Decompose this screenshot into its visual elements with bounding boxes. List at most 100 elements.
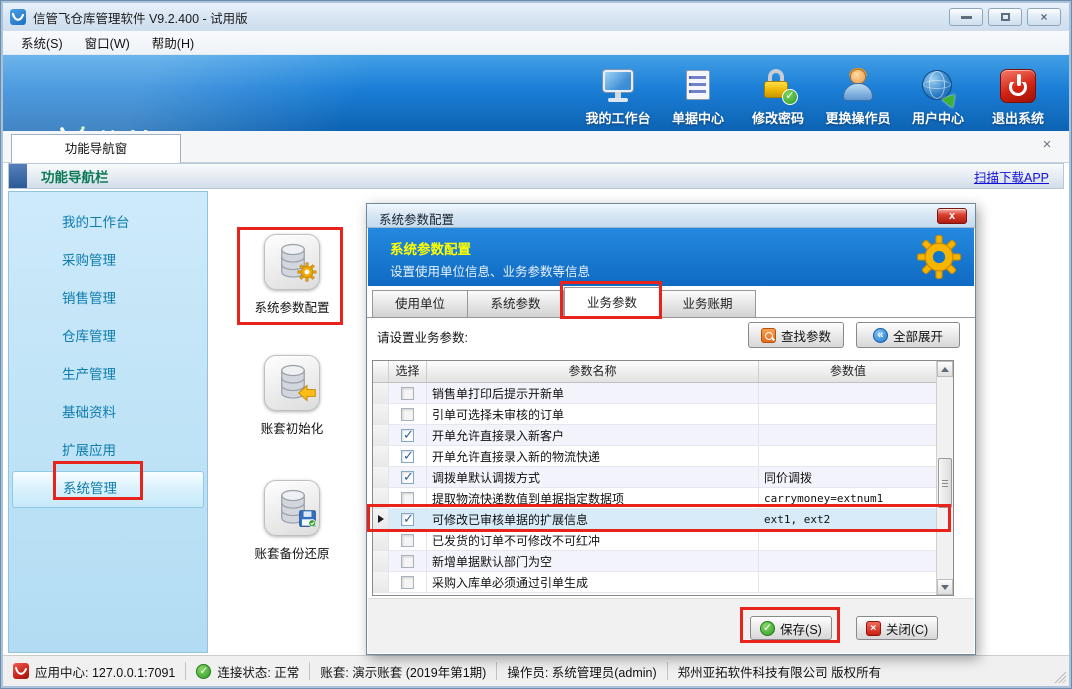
save-button[interactable]: ✓ 保存(S)	[750, 616, 832, 640]
table-row[interactable]: 已发货的订单不可修改不可红冲	[373, 530, 953, 551]
sidebar-item-production[interactable]: 生产管理	[12, 357, 204, 394]
table-row[interactable]: 采购入库单必须通过引单生成	[373, 572, 953, 593]
tab-business-params[interactable]: 业务参数	[564, 287, 660, 318]
brand-name: 信管飞	[95, 121, 191, 131]
row-checkbox-cell	[389, 509, 427, 529]
checkbox[interactable]	[401, 408, 414, 421]
scroll-down-button[interactable]	[937, 579, 953, 595]
checkbox[interactable]	[401, 429, 414, 442]
table-body: 销售单打印后提示开新单引单可选择未审核的订单开单允许直接录入新客户开单允许直接录…	[373, 383, 953, 593]
resize-grip[interactable]	[1053, 670, 1066, 683]
maximize-icon	[1001, 13, 1010, 21]
toolbar-exit-system[interactable]: 退出系统	[981, 67, 1055, 129]
tab-company-info[interactable]: 使用单位	[372, 290, 468, 318]
sidebar-item-system-management[interactable]: 系统管理	[12, 471, 204, 508]
feature-account-init[interactable]: 账套初始化	[232, 355, 352, 437]
close-label: 关闭(C)	[886, 619, 928, 638]
checkbox[interactable]	[401, 534, 414, 547]
table-row[interactable]: 可修改已审核单据的扩展信息ext1, ext2	[373, 509, 953, 530]
row-indicator-cell	[373, 530, 389, 550]
checkbox[interactable]	[401, 450, 414, 463]
toolbar-user-center[interactable]: 用户中心	[901, 67, 975, 129]
minimize-icon	[961, 16, 972, 19]
dialog-tabs: 使用单位 系统参数 业务参数 业务账期	[372, 287, 756, 318]
expand-all-button[interactable]: « 全部展开	[856, 322, 960, 348]
table-row[interactable]: 引单可选择未审核的订单	[373, 404, 953, 425]
table-row[interactable]: 销售单打印后提示开新单	[373, 383, 953, 404]
minimize-button[interactable]	[949, 8, 983, 26]
row-checkbox-cell	[389, 551, 427, 571]
sidebar-item-basic-data[interactable]: 基础资料	[12, 395, 204, 432]
sidebar-item-extensions[interactable]: 扩展应用	[12, 433, 204, 470]
checkbox[interactable]	[401, 513, 414, 526]
scan-download-app-link[interactable]: 扫描下载APP	[974, 167, 1049, 186]
dialog-banner: 系统参数配置 设置使用单位信息、业务参数等信息	[368, 228, 974, 286]
tabstrip-close-icon[interactable]: ×	[1039, 137, 1055, 153]
status-connection: ✓ 连接状态: 正常	[186, 662, 309, 681]
find-params-label: 查找参数	[781, 326, 831, 345]
dialog-close-button[interactable]: x	[937, 208, 967, 224]
menu-bar: 系统(S) 窗口(W) 帮助(H)	[3, 31, 1069, 55]
tab-function-navigator[interactable]: 功能导航窗	[11, 134, 181, 163]
table-row[interactable]: 开单允许直接录入新的物流快递	[373, 446, 953, 467]
row-indicator-cell	[373, 509, 389, 529]
tab-system-params[interactable]: 系统参数	[468, 290, 564, 318]
status-operator: 操作员: 系统管理员(admin)	[497, 662, 666, 681]
sidebar-item-warehouse[interactable]: 仓库管理	[12, 319, 204, 356]
sidebar-item-my-workbench[interactable]: 我的工作台	[12, 205, 204, 242]
table-row[interactable]: 调拨单默认调拨方式同价调拨	[373, 467, 953, 488]
table-row[interactable]: 开单允许直接录入新客户	[373, 425, 953, 446]
row-checkbox-cell	[389, 383, 427, 403]
tab-business-period[interactable]: 业务账期	[660, 290, 756, 318]
database-gear-icon	[264, 234, 320, 290]
row-indicator-cell	[373, 551, 389, 571]
feature-account-backup[interactable]: 账套备份还原	[232, 480, 352, 562]
status-copyright: 郑州亚拓软件科技有限公司 版权所有	[668, 662, 891, 681]
window-title: 信管飞仓库管理软件 V9.2.400 - 试用版	[33, 8, 248, 27]
params-prompt: 请设置业务参数:	[377, 327, 468, 346]
connected-ok-icon: ✓	[196, 664, 211, 679]
change-password-icon: ✓	[760, 69, 796, 103]
sidebar-item-purchase[interactable]: 采购管理	[12, 243, 204, 280]
header-param-value: 参数值	[759, 361, 938, 382]
brand-swoosh-icon	[47, 123, 87, 131]
window-titlebar: 信管飞仓库管理软件 V9.2.400 - 试用版 ×	[3, 3, 1069, 31]
scroll-up-button[interactable]	[937, 361, 953, 377]
close-dialog-button[interactable]: × 关闭(C)	[856, 616, 938, 640]
maximize-button[interactable]	[988, 8, 1022, 26]
sidebar-item-sales[interactable]: 销售管理	[12, 281, 204, 318]
toolbar-change-password[interactable]: ✓ 修改密码	[741, 67, 815, 129]
document-tabstrip: 功能导航窗 ×	[3, 131, 1069, 163]
toolbar-document-center[interactable]: 单据中心	[661, 67, 735, 129]
toolbar-switch-operator[interactable]: 更换操作员	[821, 67, 895, 129]
menu-help[interactable]: 帮助(H)	[142, 30, 204, 55]
toolbar-my-workbench[interactable]: 我的工作台	[581, 67, 655, 129]
find-params-button[interactable]: 查找参数	[748, 322, 844, 348]
toolbar-label: 退出系统	[992, 108, 1044, 127]
param-name-cell: 采购入库单必须通过引单生成	[427, 572, 759, 592]
table-row[interactable]: 新增单据默认部门为空	[373, 551, 953, 572]
feature-system-params[interactable]: 系统参数配置	[232, 234, 352, 316]
checkbox[interactable]	[401, 387, 414, 400]
row-checkbox-cell	[389, 530, 427, 550]
row-indicator-cell	[373, 467, 389, 487]
nav-header-title: 功能导航栏	[41, 166, 109, 186]
close-button[interactable]: ×	[1027, 8, 1061, 26]
checkbox[interactable]	[401, 471, 414, 484]
app-window: 信管飞仓库管理软件 V9.2.400 - 试用版 × 系统(S) 窗口(W) 帮…	[0, 0, 1072, 689]
vertical-scrollbar[interactable]	[936, 361, 953, 595]
checkbox[interactable]	[401, 576, 414, 589]
row-indicator-cell	[373, 425, 389, 445]
header-select: 选择	[389, 361, 427, 382]
menu-system[interactable]: 系统(S)	[11, 30, 73, 55]
gear-badge-icon	[297, 262, 317, 287]
menu-window[interactable]: 窗口(W)	[75, 30, 140, 55]
checkbox[interactable]	[401, 555, 414, 568]
param-value-cell	[759, 551, 938, 571]
feature-label: 账套初始化	[232, 418, 352, 437]
table-row[interactable]: 提取物流快递数值到单据指定数据项carrymoney=extnum1	[373, 488, 953, 509]
scrollbar-thumb[interactable]	[938, 458, 952, 508]
header-toolbar: 我的工作台 单据中心 ✓ 修改密码 更换操作员	[581, 67, 1055, 129]
feature-label: 账套备份还原	[232, 543, 352, 562]
checkbox[interactable]	[401, 492, 414, 505]
